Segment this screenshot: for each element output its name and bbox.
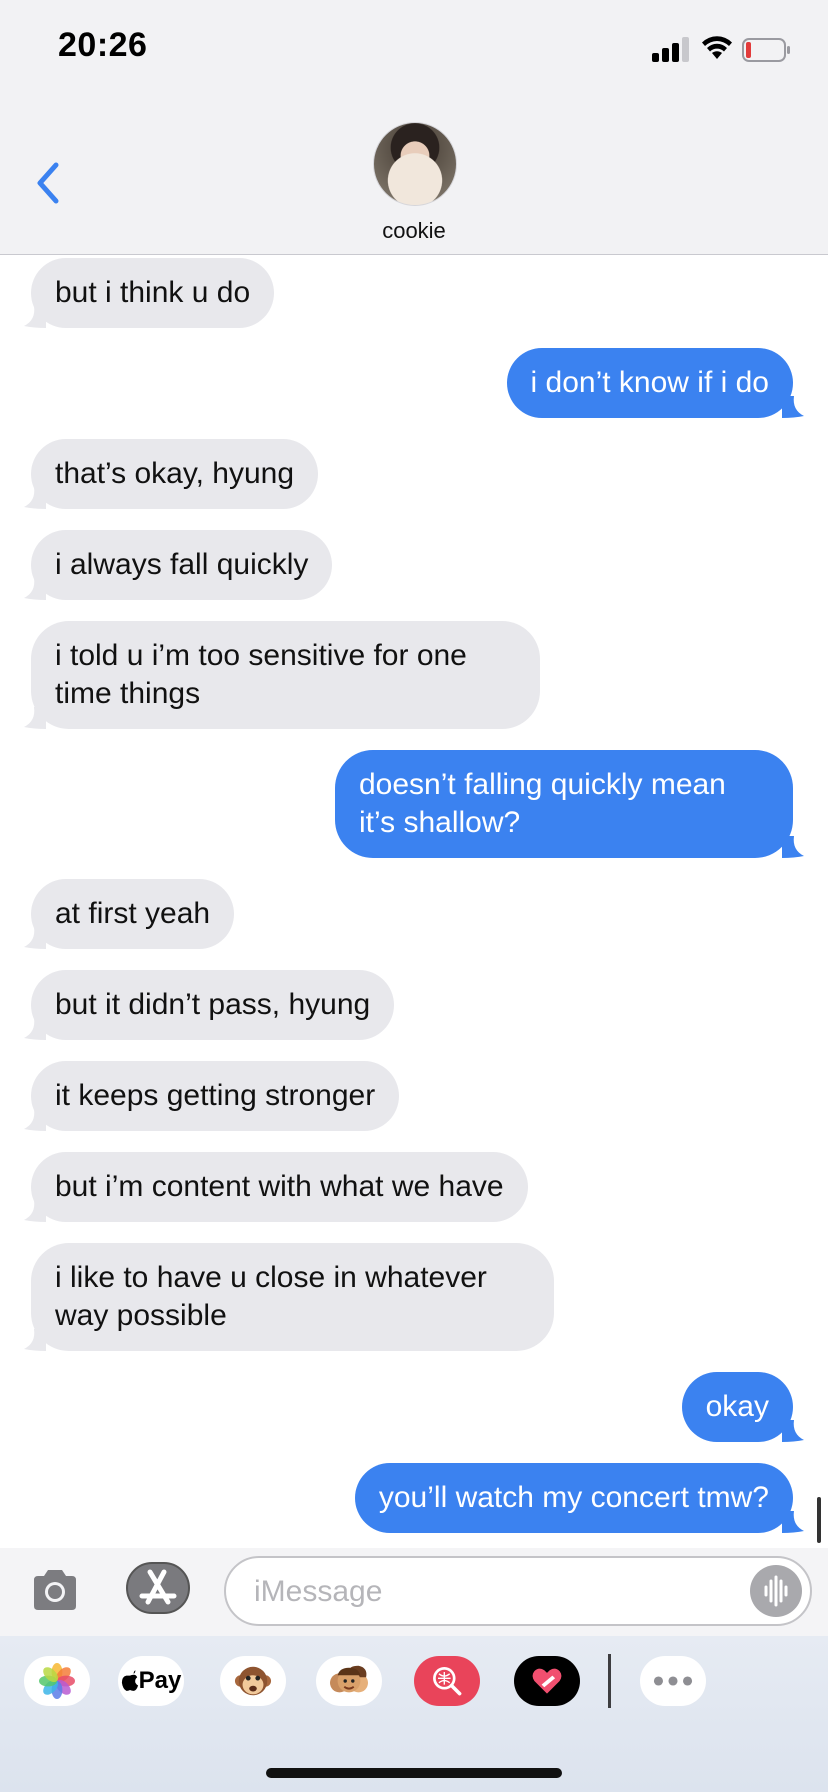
contact-name[interactable]: cookie [0,218,828,244]
bubble-tail [24,707,46,729]
bubble-tail [782,396,804,418]
contact-avatar[interactable] [373,122,457,206]
message-bubble-outgoing[interactable]: okay [681,1372,793,1442]
waveform-icon [764,1575,788,1607]
images-search-icon [433,1667,462,1696]
more-apps-icon [653,1676,693,1686]
message-bubble-incoming[interactable]: but i’m content with what we have [31,1152,528,1222]
message-bubble-incoming[interactable]: that’s okay, hyung [31,439,319,509]
bubble-tail [782,1511,804,1533]
more-apps-button[interactable] [640,1656,706,1706]
message-bubble-incoming[interactable]: i told u i’m too sensitive for one time … [31,621,540,729]
digital-touch-icon [532,1668,562,1694]
bubble-tail [24,1109,46,1131]
message-bubble-incoming[interactable]: it keeps getting stronger [31,1061,400,1131]
message-bubble-incoming[interactable]: at first yeah [31,879,235,949]
apple-pay-label: Pay [138,1667,182,1694]
compose-bar [0,1548,828,1636]
memoji-stickers-button[interactable] [316,1656,382,1706]
bubble-tail [24,578,46,600]
bubble-tail [24,1200,46,1222]
imessage-input[interactable] [252,1570,716,1614]
bubble-tail [24,306,46,328]
photos-app-icon [39,1663,75,1699]
message-bubble-outgoing[interactable]: you’ll watch my concert tmw? [354,1463,793,1533]
message-bubble-outgoing[interactable]: doesn’t falling quickly mean it’s shallo… [335,750,793,858]
conversation-header: cookie [0,100,828,255]
images-search-button[interactable] [414,1656,480,1706]
home-indicator[interactable] [266,1768,562,1778]
audio-message-button[interactable] [750,1565,802,1617]
back-chevron-icon[interactable] [32,160,64,206]
scroll-indicator[interactable] [817,1497,821,1543]
digital-touch-button[interactable] [514,1656,580,1706]
app-store-button[interactable] [126,1562,190,1614]
message-thread[interactable]: but i think u do i don’t know if i do th… [0,255,828,1548]
message-bubble-incoming[interactable]: i always fall quickly [31,530,333,600]
bubble-tail [24,927,46,949]
message-field[interactable] [224,1556,812,1626]
memoji-stickers-icon [330,1665,368,1693]
bubble-tail [782,836,804,858]
imessage-app-drawer: Pay [0,1636,828,1792]
bubble-tail [782,1420,804,1442]
drawer-divider [608,1654,611,1708]
wifi-icon [702,36,732,59]
app-store-icon [139,1569,177,1605]
apple-logo-icon [121,1670,138,1691]
status-time: 20:26 [58,26,148,64]
message-bubble-incoming[interactable]: but i think u do [31,258,275,328]
camera-icon[interactable] [30,1568,80,1612]
apple-pay-button[interactable]: Pay [118,1656,184,1706]
animoji-button[interactable] [220,1656,286,1706]
animoji-icon [234,1666,272,1696]
status-bar: 20:26 [0,0,828,100]
cellular-signal-icon [652,36,692,62]
photos-app-button[interactable] [24,1656,90,1706]
bubble-tail [24,1329,46,1351]
message-bubble-outgoing[interactable]: i don’t know if i do [506,348,793,418]
bubble-tail [24,487,46,509]
message-bubble-incoming[interactable]: but it didn’t pass, hyung [31,970,395,1040]
bubble-tail [24,1018,46,1040]
battery-low-icon [742,38,790,62]
message-bubble-incoming[interactable]: i like to have u close in whatever way p… [31,1243,554,1351]
